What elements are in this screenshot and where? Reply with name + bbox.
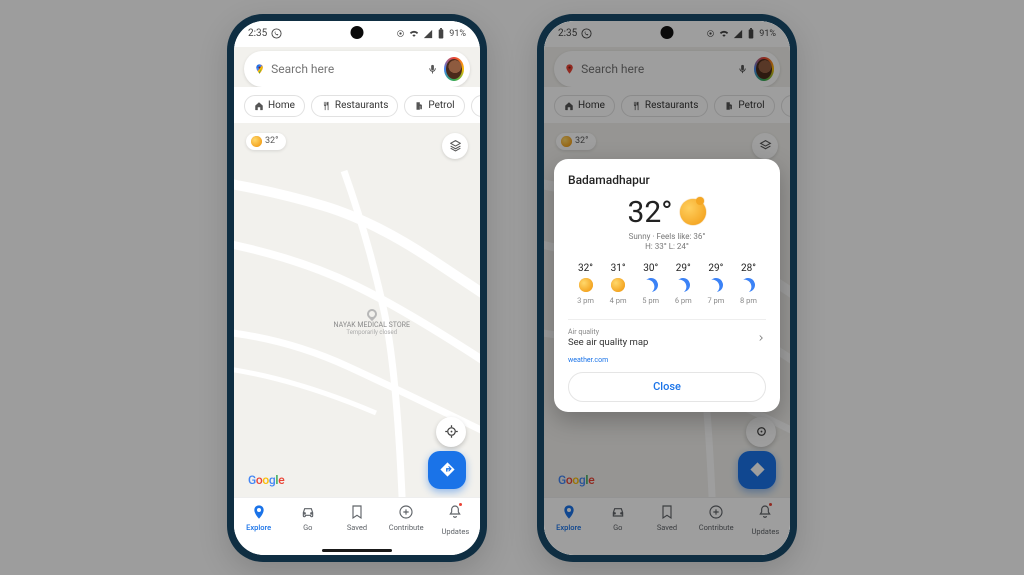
hour-temp: 31° bbox=[611, 263, 626, 274]
nav-saved[interactable]: Saved bbox=[332, 504, 381, 532]
close-button[interactable]: Close bbox=[568, 372, 766, 402]
hour-col: 32° 3 pm bbox=[570, 263, 601, 305]
phone-left: NAYAK MEDICAL STORE Temporarily closed 2… bbox=[227, 14, 487, 562]
status-time: 2:35 bbox=[248, 28, 267, 39]
nav-label: Go bbox=[303, 523, 312, 532]
maps-pin-icon bbox=[254, 62, 265, 76]
hour-col: 30° 5 pm bbox=[635, 263, 666, 305]
mic-icon[interactable] bbox=[427, 62, 438, 76]
directions-icon bbox=[439, 461, 456, 478]
map-poi[interactable]: NAYAK MEDICAL STORE Temporarily closed bbox=[327, 309, 417, 336]
aq-label: Air quality bbox=[568, 328, 599, 336]
chip-label: Home bbox=[268, 100, 295, 111]
chevron-right-icon bbox=[756, 333, 766, 343]
hour-col: 29° 6 pm bbox=[668, 263, 699, 305]
recenter-button[interactable] bbox=[436, 417, 466, 447]
car-icon bbox=[300, 504, 316, 520]
battery-icon bbox=[437, 28, 445, 39]
hour-temp: 32° bbox=[578, 263, 593, 274]
sun-icon bbox=[611, 278, 625, 292]
bottom-nav: Explore Go Saved Contribute Updates bbox=[234, 497, 480, 555]
chip-restaurants[interactable]: Restaurants bbox=[311, 95, 398, 117]
sun-icon bbox=[579, 278, 593, 292]
hour-temp: 30° bbox=[643, 263, 658, 274]
weather-pill-temp: 32° bbox=[265, 136, 278, 146]
weather-pill[interactable]: 32° bbox=[246, 133, 286, 150]
gesture-handle[interactable] bbox=[322, 549, 392, 552]
search-bar[interactable] bbox=[244, 51, 470, 87]
phone-right: 2:35 91% bbox=[537, 14, 797, 562]
hour-label: 7 pm bbox=[707, 296, 724, 305]
chip-label: Petrol bbox=[428, 100, 454, 111]
home-icon bbox=[254, 101, 264, 111]
moon-icon bbox=[641, 275, 660, 294]
hour-label: 5 pm bbox=[642, 296, 659, 305]
chip-label: Restaurants bbox=[335, 100, 388, 111]
battery-pct: 91% bbox=[449, 29, 466, 39]
camera-punch bbox=[661, 26, 674, 39]
explore-pin-icon bbox=[251, 504, 267, 520]
layers-icon bbox=[449, 139, 462, 152]
sun-large-icon bbox=[680, 199, 706, 225]
google-logo: Google bbox=[248, 473, 284, 487]
weather-card: Badamadhapur 32° Sunny · Feels like: 36°… bbox=[554, 159, 780, 412]
hour-label: 6 pm bbox=[675, 296, 692, 305]
weather-desc: Sunny · Feels like: 36° bbox=[568, 232, 766, 241]
plus-circle-icon bbox=[398, 504, 414, 520]
bookmark-icon bbox=[349, 504, 365, 520]
hour-col: 29° 7 pm bbox=[700, 263, 731, 305]
chip-petrol[interactable]: Petrol bbox=[404, 95, 464, 117]
nav-explore[interactable]: Explore bbox=[234, 504, 283, 532]
search-input[interactable] bbox=[265, 62, 427, 76]
weather-hilo: H: 33° L: 24° bbox=[568, 242, 766, 251]
hour-temp: 29° bbox=[676, 263, 691, 274]
weather-source[interactable]: weather.com bbox=[568, 356, 766, 364]
poi-status: Temporarily closed bbox=[327, 329, 417, 336]
hour-label: 4 pm bbox=[610, 296, 627, 305]
weather-location: Badamadhapur bbox=[568, 173, 766, 187]
crosshair-icon bbox=[444, 424, 459, 439]
moon-icon bbox=[707, 275, 726, 294]
hourly-row[interactable]: 32° 3 pm 31° 4 pm 30° 5 pm 29° 6 bbox=[568, 263, 766, 305]
hour-col: 31° 4 pm bbox=[603, 263, 634, 305]
gas-icon bbox=[414, 101, 424, 111]
layers-button[interactable] bbox=[442, 133, 468, 159]
poi-name: NAYAK MEDICAL STORE bbox=[327, 321, 417, 329]
weather-temp: 32° bbox=[628, 195, 673, 230]
nav-contribute[interactable]: Contribute bbox=[382, 504, 431, 532]
directions-fab[interactable] bbox=[428, 451, 466, 489]
nav-label: Updates bbox=[442, 527, 470, 536]
hour-label: 8 pm bbox=[740, 296, 757, 305]
sun-icon bbox=[251, 136, 262, 147]
restaurant-icon bbox=[321, 101, 331, 111]
nav-go[interactable]: Go bbox=[283, 504, 332, 532]
bell-icon bbox=[447, 504, 463, 520]
category-chips[interactable]: Home Restaurants Petrol Hotels bbox=[234, 87, 480, 123]
location-status-icon bbox=[396, 29, 405, 38]
hour-label: 3 pm bbox=[577, 296, 594, 305]
hour-temp: 29° bbox=[708, 263, 723, 274]
aq-link-text: See air quality map bbox=[568, 337, 648, 348]
hour-col: 28° 8 pm bbox=[733, 263, 764, 305]
moon-icon bbox=[739, 275, 758, 294]
signal-icon bbox=[423, 29, 433, 39]
air-quality-row[interactable]: Air quality See air quality map bbox=[568, 319, 766, 348]
profile-avatar[interactable] bbox=[444, 57, 464, 81]
moon-icon bbox=[674, 275, 693, 294]
camera-punch bbox=[351, 26, 364, 39]
nav-updates[interactable]: Updates bbox=[431, 504, 480, 536]
nav-label: Saved bbox=[347, 523, 367, 532]
chip-home[interactable]: Home bbox=[244, 95, 305, 117]
chip-hotels[interactable]: Hotels bbox=[471, 95, 480, 117]
poi-pin-icon bbox=[365, 307, 379, 321]
whatsapp-icon bbox=[271, 28, 282, 39]
hour-temp: 28° bbox=[741, 263, 756, 274]
nav-label: Explore bbox=[246, 523, 271, 532]
nav-label: Contribute bbox=[389, 523, 424, 532]
wifi-icon bbox=[409, 29, 419, 39]
